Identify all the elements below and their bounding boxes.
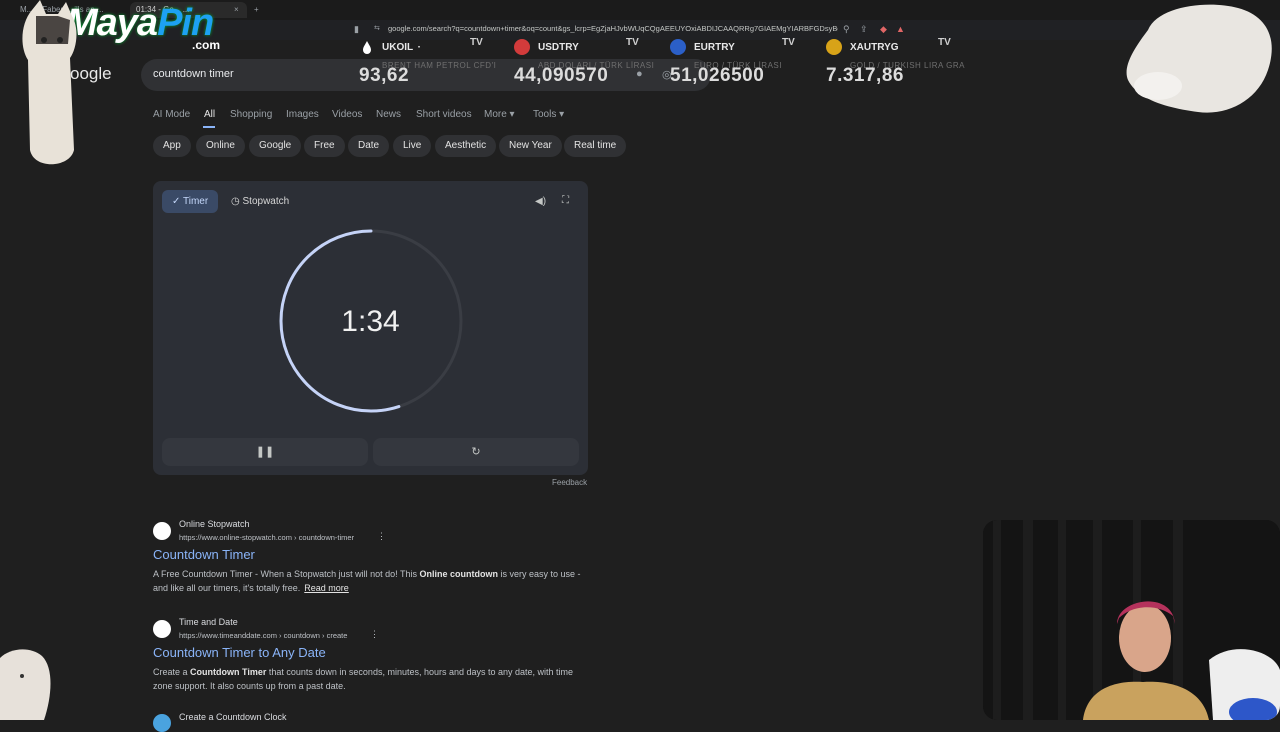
ticker-value: 51,026500 [670,65,765,86]
ticker-xautryg: XAUTRYG GOLD / TURKISH LIRA GRA TV 7.317… [826,37,965,86]
tab-news[interactable]: News [376,109,401,120]
oil-drop-icon [363,41,371,54]
snippet-text: Create a [153,667,191,677]
feedback-link[interactable]: Feedback [552,478,587,487]
tradingview-icon: TV [470,37,483,48]
ticker-symbol: UKOIL [382,42,414,53]
tab-ai-mode[interactable]: AI Mode [153,109,190,120]
result-snippet: A Free Countdown Timer - When a Stopwatc… [153,567,583,595]
time-display: 1:34 [341,305,400,338]
more-options-icon[interactable]: ⋮ [377,531,386,542]
ticker-value: 7.317,86 [826,65,904,86]
result-title[interactable]: Countdown Timer to Any Date [153,645,326,660]
result-favicon[interactable] [153,620,171,638]
tab-images[interactable]: Images [286,109,319,120]
tab-shopping[interactable]: Shopping [230,109,272,120]
chip-real-time[interactable]: Real time [564,135,627,157]
url-text[interactable]: google.com/search?q=countdown+timer&oq=c… [388,24,838,33]
result-snippet: Create a Countdown Timer that counts dow… [153,665,583,693]
result-url[interactable]: https://www.timeanddate.com › countdown … [179,631,347,640]
ticker-symbol: EURTRY [694,42,735,53]
snippet-text: A Free Countdown Timer - When a Stopwatc… [153,569,420,579]
tab-all[interactable]: All [204,109,215,120]
ticker-usdtry: USDTRY ABD DOLARI / TÜRK LİRASI TV 44,09… [514,37,654,86]
extension-icon[interactable]: ◆ [880,24,887,35]
cat-sticker-icon [22,0,77,165]
reset-icon: ↻ [471,446,481,458]
tab-stopwatch[interactable]: ◷ Stopwatch [229,190,291,213]
tab-timer-label: Timer [183,196,209,207]
result-site-name[interactable]: Time and Date [179,617,238,627]
tab-timer[interactable]: ✓ Timer [162,190,219,213]
read-more-link[interactable]: Read more [304,583,349,593]
tradingview-icon: TV [938,37,951,48]
pause-icon: ❚❚ [255,446,275,458]
alert-icon[interactable]: ▲ [896,24,905,34]
gold-icon [826,39,842,55]
ticker-value: 44,090570 [514,65,609,86]
eu-flag-icon [670,39,686,55]
search-input[interactable]: countdown timer [153,68,234,80]
chip-online[interactable]: Online [196,135,245,157]
bookmark-icon[interactable]: ▮ [354,24,359,35]
ticker-symbol: USDTRY [538,42,579,53]
ticker-symbol: XAUTRYG [850,42,899,53]
tab-more[interactable]: More ▾ [484,109,515,120]
more-options-icon[interactable]: ⋮ [370,629,379,640]
ticker-value: 93,62 [359,65,410,86]
snippet-bold: Online countdown [419,569,498,579]
zoom-icon[interactable]: ⚲ [843,24,850,35]
us-flag-icon [514,39,530,55]
ticker-eurtry: EURTRY EURO / TÜRK LİRASI TV 51,026500 [670,37,795,86]
logo-domain: .com [192,38,221,52]
tab-videos[interactable]: Videos [332,109,362,120]
cat-sticker-icon [1126,4,1272,113]
tradingview-icon: TV [782,37,795,48]
result-site-name[interactable]: Online Stopwatch [179,519,250,529]
tab-stopwatch-label: Stopwatch [242,196,290,207]
timer-widget: ✓ Timer ◷ Stopwatch ◀) ⛶ 1:34 ❚❚ ↻ [153,181,588,475]
result-title[interactable]: Countdown Timer [153,547,255,562]
selected-tab-indicator [203,126,215,128]
chip-new-year[interactable]: New Year [499,135,562,157]
chip-app[interactable]: App [153,135,191,157]
result-site-name[interactable]: Create a Countdown Clock [179,712,287,722]
chip-date[interactable]: Date [348,135,390,157]
fullscreen-icon[interactable]: ⛶ [562,195,569,206]
snippet-bold: Countdown Timer [190,667,267,677]
webcam-overlay [983,520,1280,720]
streamer-camera-image [983,520,1280,720]
check-icon: ✓ [172,196,181,207]
result-favicon[interactable] [153,522,171,540]
chip-google[interactable]: Google [249,135,302,157]
ticker-dot: · [417,42,421,53]
cat-sticker-icon [0,649,51,720]
clock-icon: ◷ [231,196,240,207]
pause-button[interactable]: ❚❚ [162,438,368,466]
result-url[interactable]: https://www.online-stopwatch.com › count… [179,533,354,542]
tradingview-icon: TV [626,37,639,48]
chip-aesthetic[interactable]: Aesthetic [435,135,497,157]
chip-live[interactable]: Live [393,135,432,157]
result-favicon[interactable] [153,714,171,732]
new-tab-button[interactable]: + [254,2,259,18]
chip-free[interactable]: Free [304,135,345,157]
tab-short-videos[interactable]: Short videos [416,109,472,120]
reset-button[interactable]: ↻ [373,438,579,466]
sound-icon[interactable]: ◀) [535,196,546,207]
site-info-icon[interactable]: ⇆ [374,24,380,32]
close-tab-icon[interactable]: × [234,2,239,18]
tab-tools[interactable]: Tools ▾ [533,109,564,120]
share-icon[interactable]: ⇪ [860,24,868,35]
ticker-ukoil: UKOIL · BRENT HAM PETROL CFD'I TV 93,62 [359,37,496,86]
